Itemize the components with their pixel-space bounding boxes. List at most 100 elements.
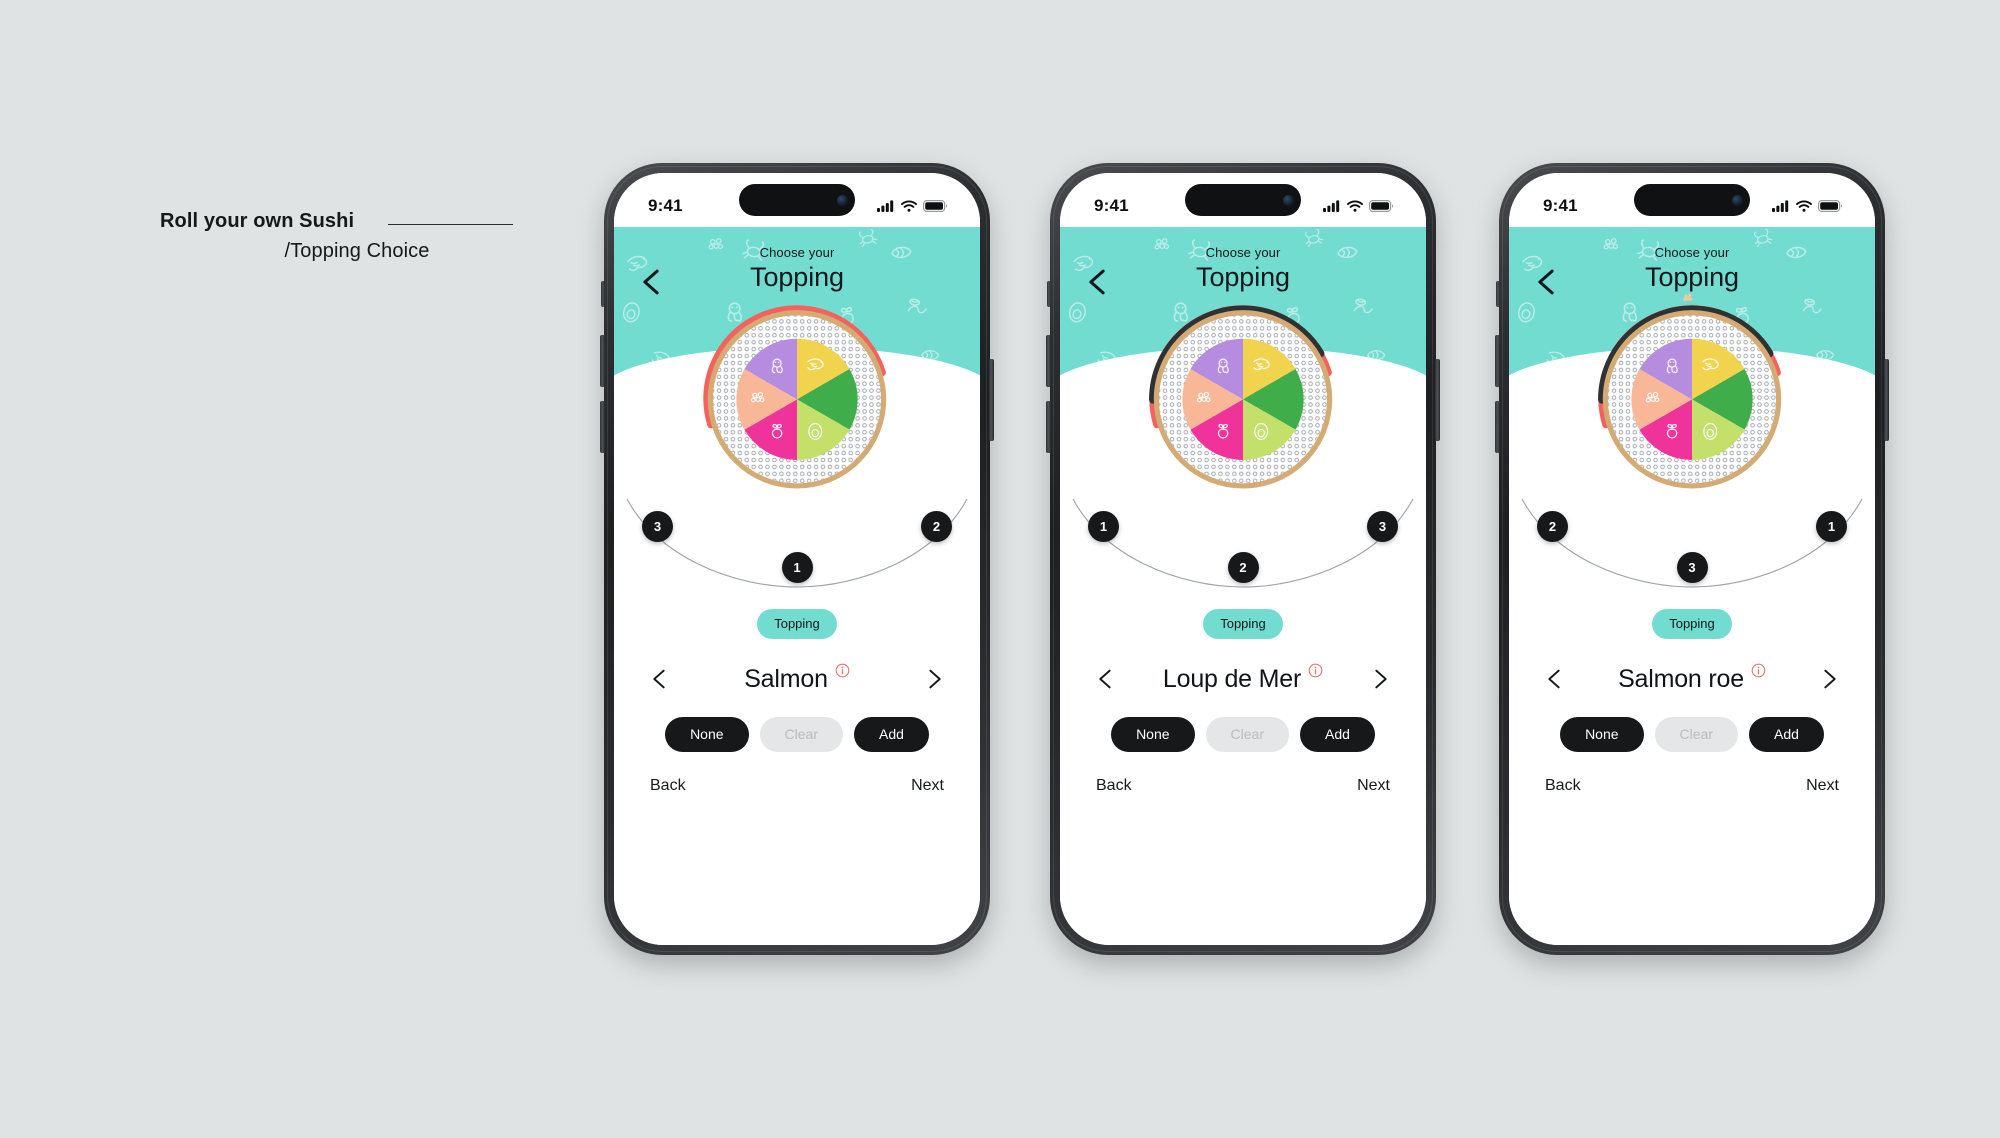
- step-navigation: Back Next: [1060, 777, 1426, 795]
- silent-switch[interactable]: [1047, 281, 1051, 307]
- topping-selector: Salmon: [614, 657, 980, 701]
- volume-up-button[interactable]: [600, 335, 605, 387]
- wifi-icon: [1347, 200, 1363, 212]
- clear-button[interactable]: Clear: [1654, 717, 1738, 752]
- next-topping-button[interactable]: [924, 666, 946, 692]
- power-button[interactable]: [1435, 359, 1440, 441]
- chevron-left-icon: [1548, 669, 1560, 689]
- battery-icon: [1818, 200, 1843, 212]
- step-indicator: 2 3 1: [1509, 499, 1875, 595]
- add-button[interactable]: Add: [854, 717, 929, 752]
- step-badge-bottom[interactable]: 3: [1676, 552, 1708, 583]
- volume-up-button[interactable]: [1046, 335, 1051, 387]
- step-navigation: Back Next: [1509, 777, 1875, 795]
- category-pill[interactable]: Topping: [1652, 609, 1732, 639]
- step-badge-left[interactable]: 1: [1088, 511, 1119, 542]
- info-icon: [1751, 663, 1766, 677]
- prev-topping-button[interactable]: [648, 666, 670, 692]
- category-pill[interactable]: Topping: [1203, 609, 1283, 639]
- step-indicator: 3 1 2: [614, 499, 980, 595]
- status-time: 9:41: [648, 196, 683, 215]
- step-badge-left[interactable]: 2: [1537, 511, 1568, 542]
- silent-switch[interactable]: [1496, 281, 1500, 307]
- header-text: Choose your Topping: [1060, 227, 1426, 293]
- topping-selector: Salmon roe: [1509, 657, 1875, 701]
- dynamic-island: [1634, 184, 1750, 216]
- none-button[interactable]: None: [1111, 717, 1195, 752]
- next-link[interactable]: Next: [1357, 777, 1390, 795]
- header-subtitle: Choose your: [759, 245, 835, 260]
- header-subtitle: Choose your: [1654, 245, 1730, 260]
- clear-button[interactable]: Clear: [759, 717, 843, 752]
- next-topping-button[interactable]: [1370, 666, 1392, 692]
- page-body: 3 1 2 Topping Salmon None Clear Add Back…: [614, 305, 980, 945]
- chevron-left-icon: [653, 669, 665, 689]
- volume-down-button[interactable]: [1495, 401, 1500, 453]
- power-button[interactable]: [1884, 359, 1889, 441]
- phone-screen-1: 9:41 Choose your Topping 3 1 2 Topping S…: [600, 163, 994, 955]
- add-button[interactable]: Add: [1300, 717, 1375, 752]
- next-topping-button[interactable]: [1819, 666, 1841, 692]
- next-link[interactable]: Next: [1806, 777, 1839, 795]
- step-badge-bottom[interactable]: 2: [1227, 552, 1259, 583]
- wheel-container[interactable]: [1582, 285, 1802, 505]
- prev-topping-button[interactable]: [1543, 666, 1565, 692]
- clear-button[interactable]: Clear: [1205, 717, 1289, 752]
- none-button[interactable]: None: [1560, 717, 1644, 752]
- info-icon[interactable]: [1308, 663, 1323, 678]
- back-link[interactable]: Back: [650, 777, 686, 795]
- battery-icon: [1369, 200, 1394, 212]
- topping-wheel: [703, 305, 887, 489]
- power-button[interactable]: [989, 359, 994, 441]
- action-buttons: None Clear Add: [1060, 717, 1426, 752]
- step-badge-right[interactable]: 2: [921, 511, 952, 542]
- info-icon: [1308, 663, 1323, 677]
- chevron-left-icon: [1099, 669, 1111, 689]
- step-badge-left[interactable]: 3: [642, 511, 673, 542]
- info-icon[interactable]: [1751, 663, 1766, 678]
- topping-name: Salmon: [744, 664, 828, 693]
- back-link[interactable]: Back: [1545, 777, 1581, 795]
- phone-screen: 9:41 Choose your To: [1509, 173, 1875, 945]
- topping-selector: Loup de Mer: [1060, 657, 1426, 701]
- category-pill-row: Topping: [614, 609, 980, 639]
- add-button[interactable]: Add: [1749, 717, 1824, 752]
- volume-up-button[interactable]: [1495, 335, 1500, 387]
- annotation-title: Roll your own Sushi /Topping Choice: [160, 210, 540, 263]
- volume-down-button[interactable]: [600, 401, 605, 453]
- chevron-right-icon: [929, 669, 941, 689]
- page-body: 2 3 1 Topping Salmon roe None Clear Add …: [1509, 293, 1875, 945]
- cellular-signal-icon: [1772, 200, 1789, 212]
- wheel-container[interactable]: [687, 285, 907, 505]
- battery-icon: [923, 200, 948, 212]
- back-link[interactable]: Back: [1096, 777, 1132, 795]
- step-badge-right[interactable]: 3: [1367, 511, 1398, 542]
- annotation-rule: [388, 224, 513, 225]
- none-button[interactable]: None: [665, 717, 749, 752]
- chevron-right-icon: [1824, 669, 1836, 689]
- step-badge-bottom[interactable]: 1: [781, 552, 813, 583]
- front-camera-icon: [1283, 194, 1294, 206]
- status-indicators: [1323, 200, 1394, 212]
- canvas: Roll your own Sushi /Topping Choice 9:41: [0, 0, 2000, 1138]
- phone-screen-3: 9:41 Choose your Topping 2 3 1 Topping S…: [1495, 163, 1889, 955]
- dynamic-island: [739, 184, 855, 216]
- step-indicator: 1 2 3: [1060, 499, 1426, 595]
- wheel-container[interactable]: [1133, 285, 1353, 505]
- topping-wheel: [1149, 305, 1333, 489]
- status-time: 9:41: [1094, 196, 1129, 215]
- info-icon[interactable]: [835, 663, 850, 678]
- next-link[interactable]: Next: [911, 777, 944, 795]
- cellular-signal-icon: [877, 200, 894, 212]
- wheel-slices: [1631, 338, 1753, 460]
- header-text: Choose your Topping: [614, 227, 980, 293]
- phone-screen: 9:41 Choose your To: [614, 173, 980, 945]
- silent-switch[interactable]: [601, 281, 605, 307]
- cellular-signal-icon: [1323, 200, 1340, 212]
- volume-down-button[interactable]: [1046, 401, 1051, 453]
- topping-name: Salmon roe: [1618, 664, 1744, 693]
- prev-topping-button[interactable]: [1094, 666, 1116, 692]
- step-badge-right[interactable]: 1: [1816, 511, 1847, 542]
- header-text: Choose your Topping: [1509, 227, 1875, 293]
- category-pill[interactable]: Topping: [757, 609, 837, 639]
